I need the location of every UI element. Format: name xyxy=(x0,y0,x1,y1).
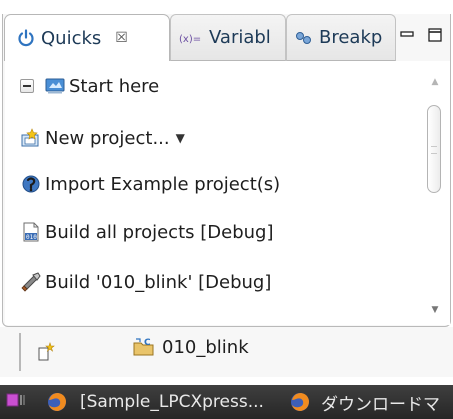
new-project-icon xyxy=(20,127,42,149)
variables-icon: (x)= xyxy=(179,31,203,45)
breakpoints-icon xyxy=(295,31,313,45)
build-project-label: Build '010_blink' [Debug] xyxy=(45,271,272,293)
tab-label: Variabl xyxy=(209,27,271,48)
close-tab-icon[interactable]: ☒ xyxy=(115,31,128,45)
quickstart-icon xyxy=(17,29,35,47)
tab-label: Breakp xyxy=(319,27,383,48)
build-all-label: Build all projects [Debug] xyxy=(45,221,274,243)
scroll-down-icon[interactable]: ▼ xyxy=(427,303,443,317)
vertical-scrollbar[interactable]: ▲ ▼ xyxy=(427,71,443,317)
taskbar-window-button[interactable]: [Sample_LPCXpress... xyxy=(40,387,283,417)
task-launcher[interactable] xyxy=(6,391,28,413)
tab-label: Quicks xyxy=(41,27,102,49)
tab-quickstart[interactable]: Quicks ☒ xyxy=(4,14,170,61)
build-all-link[interactable]: 010 Build all projects [Debug] xyxy=(20,221,273,243)
svg-text:010: 010 xyxy=(26,234,37,241)
svg-text:C: C xyxy=(144,338,151,348)
import-example-link[interactable]: Import Example project(s) xyxy=(20,173,280,195)
project-item[interactable]: C 010_blink xyxy=(132,335,249,359)
start-here-section[interactable]: Start here xyxy=(20,75,159,97)
start-here-icon xyxy=(44,75,66,97)
svg-text:(x)=: (x)= xyxy=(179,34,201,45)
new-project-label: New project... xyxy=(45,127,170,149)
scroll-thumb[interactable] xyxy=(427,105,441,193)
toolbar-separator xyxy=(19,333,21,371)
import-label: Import Example project(s) xyxy=(45,173,281,195)
import-icon xyxy=(20,173,42,195)
taskbar-label: [Sample_LPCXpress... xyxy=(80,392,264,412)
collapse-toggle-icon[interactable] xyxy=(20,79,34,93)
scroll-up-icon[interactable]: ▲ xyxy=(427,75,443,89)
taskbar-label: ダウンロードマ xyxy=(321,394,441,415)
tab-variables[interactable]: (x)= Variabl xyxy=(170,14,286,61)
project-folder-icon: C xyxy=(132,335,156,359)
maximize-view-icon[interactable] xyxy=(426,26,444,44)
window-list-icon[interactable] xyxy=(6,391,28,413)
firefox-icon xyxy=(289,391,311,413)
project-strip: C 010_blink xyxy=(0,327,453,377)
build-all-icon: 010 xyxy=(20,221,42,243)
tab-breakpoints[interactable]: Breakp xyxy=(286,14,396,61)
new-project-link[interactable]: New project... ▼ xyxy=(20,127,185,149)
section-title: Start here xyxy=(69,75,160,97)
dropdown-arrow-icon[interactable]: ▼ xyxy=(176,131,185,145)
minimize-view-icon[interactable] xyxy=(398,26,416,44)
build-icon xyxy=(20,271,42,293)
firefox-icon xyxy=(46,391,68,413)
view-controls xyxy=(398,26,444,44)
view-tab-bar: Quicks ☒ (x)= Variabl Breakp xyxy=(0,14,453,62)
quickstart-content: Start here New project... ▼ Import Examp… xyxy=(5,61,450,325)
taskbar-window-button[interactable]: ダウンロードマ xyxy=(283,387,453,417)
build-project-link[interactable]: Build '010_blink' [Debug] xyxy=(20,271,271,293)
os-taskbar: [Sample_LPCXpress... ダウンロードマ xyxy=(0,385,453,419)
project-name: 010_blink xyxy=(162,336,249,358)
new-item-icon[interactable] xyxy=(36,342,56,366)
